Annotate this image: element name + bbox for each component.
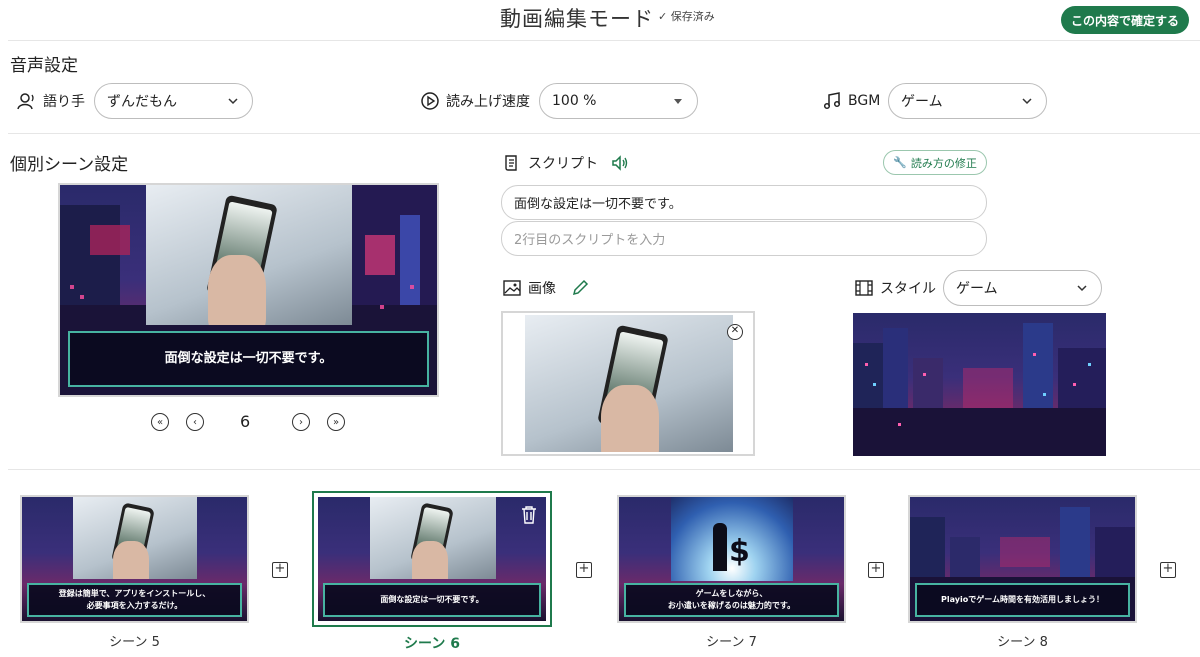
script-label: スクリプト bbox=[528, 156, 598, 172]
scene-thumbnail-selected[interactable]: 面倒な設定は一切不要です。 bbox=[312, 491, 552, 627]
narrator-label: 語り手 bbox=[43, 94, 85, 110]
dollar-icon: $ bbox=[729, 534, 750, 569]
page-title: 動画編集モード bbox=[500, 7, 654, 31]
scene-label-active: シーン 6 bbox=[404, 636, 460, 652]
script-line1-input[interactable]: 面倒な設定は一切不要です。 bbox=[501, 185, 987, 220]
trash-icon[interactable] bbox=[520, 505, 538, 525]
style-label-group: スタイル bbox=[854, 278, 936, 298]
style-preview bbox=[853, 313, 1106, 456]
pencil-icon[interactable] bbox=[570, 278, 590, 298]
scene-caption: ゲームをしながら、 お小遣いを稼げるのは魅力的です。 bbox=[624, 583, 839, 617]
image-label-group: 画像 bbox=[502, 278, 590, 298]
first-page-icon[interactable]: « bbox=[151, 413, 169, 431]
scene-thumbnail[interactable]: Playioでゲーム時間を有効活用しましょう！ bbox=[908, 495, 1137, 623]
scene-label: シーン 8 bbox=[997, 635, 1048, 650]
play-circle-icon bbox=[421, 92, 439, 110]
bgm-select[interactable]: ゲーム bbox=[888, 83, 1047, 119]
city-skyline bbox=[853, 323, 1106, 456]
add-scene-icon[interactable]: + bbox=[868, 562, 884, 578]
scene-preview: 面倒な設定は一切不要です。 bbox=[58, 183, 439, 397]
speed-label-group: 読み上げ速度 bbox=[420, 91, 530, 111]
caret-down-icon bbox=[674, 99, 682, 104]
confirm-button[interactable]: この内容で確定する bbox=[1061, 6, 1189, 34]
fix-reading-button[interactable]: 🔧 読み方の修正 bbox=[883, 150, 987, 175]
last-page-icon[interactable]: » bbox=[327, 413, 345, 431]
scene-art: $ ゲームをしながら、 お小遣いを稼げるのは魅力的です。 bbox=[619, 497, 844, 621]
image-icon bbox=[503, 280, 521, 296]
speaker-icon[interactable] bbox=[610, 153, 630, 173]
page-number: 6 bbox=[240, 412, 251, 431]
saved-status: ✓ 保存済み bbox=[658, 10, 715, 23]
header: 動画編集モード ✓ 保存済み この内容で確定する bbox=[0, 0, 1200, 40]
bgm-label-group: BGM bbox=[822, 91, 880, 111]
hand bbox=[208, 255, 266, 325]
preview-background: 面倒な設定は一切不要です。 bbox=[60, 185, 437, 395]
scene-art: 登録は簡単で、アプリをインストールし、 必要事項を入力するだけ。 bbox=[22, 497, 247, 621]
add-scene-icon[interactable]: + bbox=[272, 562, 288, 578]
scene-caption: 登録は簡単で、アプリをインストールし、 必要事項を入力するだけ。 bbox=[27, 583, 242, 617]
scene-thumbnail[interactable]: $ ゲームをしながら、 お小遣いを稼げるのは魅力的です。 bbox=[617, 495, 846, 623]
script-icon bbox=[505, 155, 517, 171]
audio-settings-title: 音声設定 bbox=[10, 56, 78, 76]
image-label: 画像 bbox=[528, 281, 556, 297]
divider bbox=[8, 40, 1200, 41]
divider bbox=[8, 469, 1200, 470]
chevron-down-icon bbox=[228, 98, 238, 105]
scene-caption: 面倒な設定は一切不要です。 bbox=[323, 583, 541, 617]
scene-image[interactable]: ✕ bbox=[501, 311, 755, 456]
script-line2-input[interactable]: 2行目のスクリプトを入力 bbox=[501, 221, 987, 256]
style-select[interactable]: ゲーム bbox=[943, 270, 1102, 306]
scene-image-photo bbox=[525, 315, 733, 452]
check-icon: ✓ bbox=[658, 10, 668, 23]
chevron-down-icon bbox=[1077, 285, 1087, 292]
speed-value: 100 % bbox=[552, 93, 597, 109]
add-scene-icon[interactable]: + bbox=[1160, 562, 1176, 578]
style-value: ゲーム bbox=[956, 281, 998, 297]
scene-art: Playioでゲーム時間を有効活用しましょう！ bbox=[910, 497, 1135, 621]
scene-photo bbox=[73, 497, 197, 579]
chevron-down-icon bbox=[1022, 98, 1032, 105]
scene-settings-title: 個別シーン設定 bbox=[10, 155, 129, 175]
scene-caption: Playioでゲーム時間を有効活用しましょう！ bbox=[915, 583, 1130, 617]
remove-image-icon[interactable]: ✕ bbox=[727, 324, 743, 340]
narrator-select[interactable]: ずんだもん bbox=[94, 83, 253, 119]
add-scene-icon[interactable]: + bbox=[576, 562, 592, 578]
music-note-icon bbox=[823, 92, 841, 110]
script-label-group: スクリプト bbox=[502, 153, 630, 173]
narrator-label-group: 語り手 bbox=[17, 91, 85, 111]
bgm-label: BGM bbox=[848, 93, 881, 109]
scene-thumbnail[interactable]: 登録は簡単で、アプリをインストールし、 必要事項を入力するだけ。 bbox=[20, 495, 249, 623]
narrator-value: ずんだもん bbox=[107, 94, 177, 110]
scene-art: 面倒な設定は一切不要です。 bbox=[318, 497, 546, 621]
wrench-icon: 🔧 bbox=[893, 156, 907, 169]
prev-page-icon[interactable]: ‹ bbox=[186, 413, 204, 431]
bgm-value: ゲーム bbox=[901, 94, 943, 110]
film-icon bbox=[855, 280, 873, 296]
divider bbox=[8, 133, 1200, 134]
preview-photo bbox=[146, 185, 352, 325]
next-page-icon[interactable]: › bbox=[292, 413, 310, 431]
speed-select[interactable]: 100 % bbox=[539, 83, 698, 119]
scene-label: シーン 7 bbox=[706, 635, 757, 650]
voice-person-icon bbox=[17, 93, 34, 110]
scene-photo-silhouette: $ bbox=[671, 497, 793, 581]
preview-caption: 面倒な設定は一切不要です。 bbox=[68, 331, 429, 387]
scene-photo bbox=[370, 497, 496, 579]
person-silhouette bbox=[713, 523, 727, 571]
scene-label: シーン 5 bbox=[109, 635, 160, 650]
style-label: スタイル bbox=[880, 281, 936, 297]
speed-label: 読み上げ速度 bbox=[446, 94, 530, 110]
hand bbox=[601, 385, 659, 452]
